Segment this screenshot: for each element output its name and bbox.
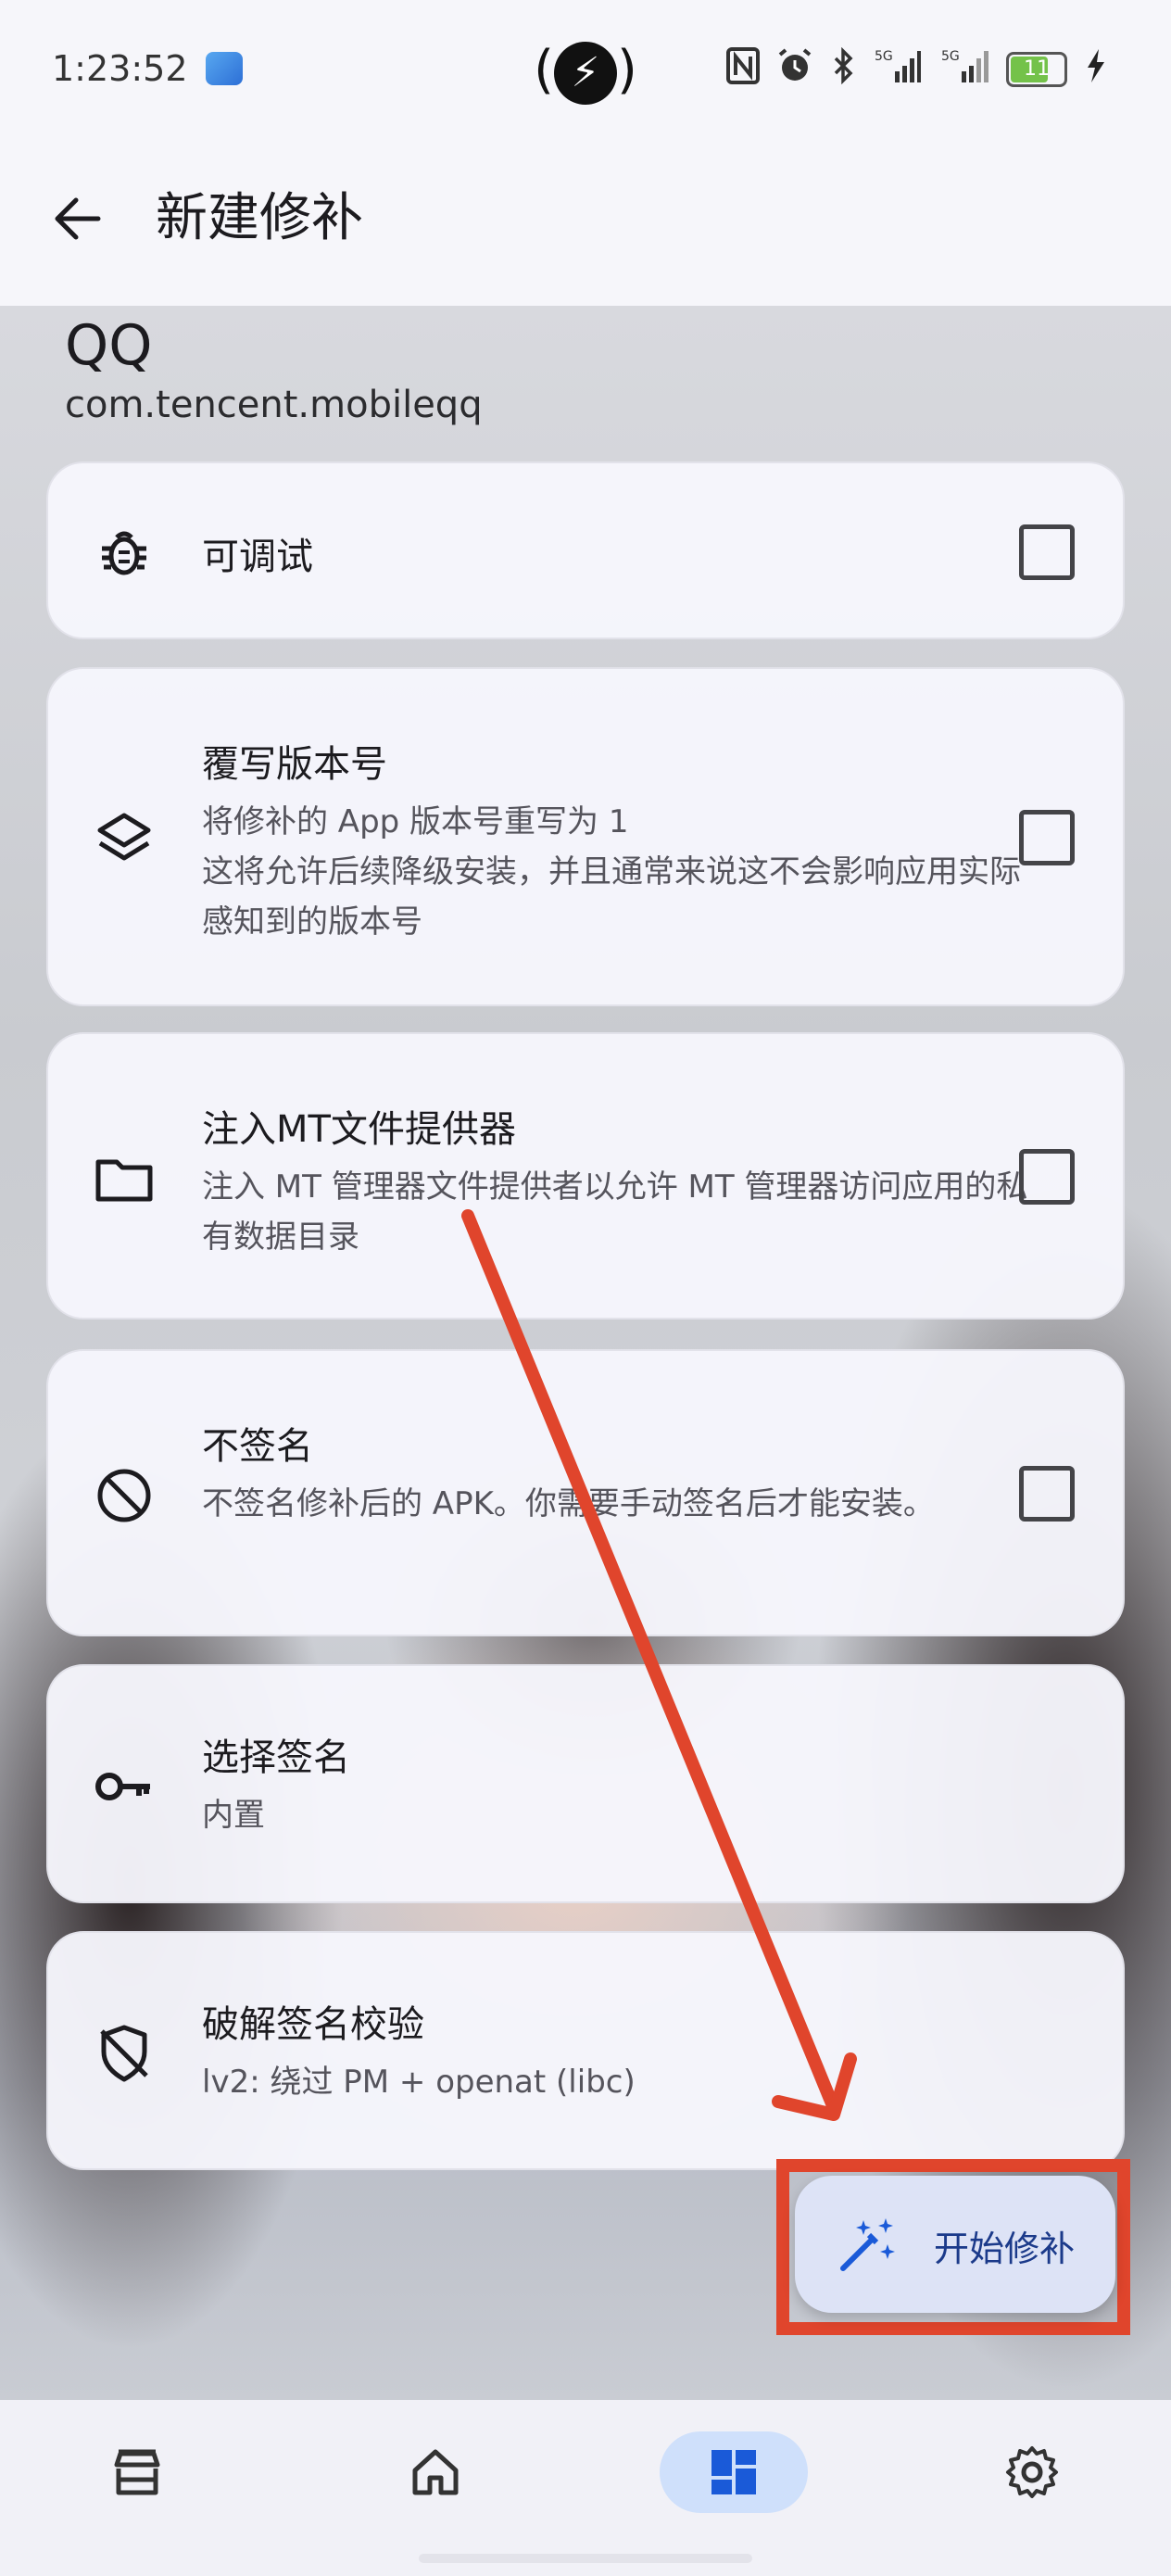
- folder-icon: [95, 1159, 153, 1202]
- option-title: 覆写版本号: [202, 743, 387, 786]
- app-name: QQ: [65, 313, 153, 378]
- store-icon: [114, 2449, 160, 2495]
- dashboard-icon: [711, 2450, 756, 2494]
- back-button[interactable]: [44, 185, 111, 252]
- gallery-icon: [206, 52, 243, 85]
- status-icons: 5G 5G 11: [726, 46, 1106, 93]
- signal-5g-icon: 5G: [938, 47, 989, 92]
- option-description: 注入 MT 管理器文件提供者以允许 MT 管理器访问应用的私有数据目录: [202, 1168, 1028, 1256]
- start-patch-button[interactable]: 开始修补: [795, 2176, 1115, 2313]
- option-no-sign[interactable]: 不签名 不签名修补后的 APK。你需要手动签名后才能安装。: [46, 1349, 1125, 1636]
- svg-text:5G: 5G: [875, 49, 893, 64]
- nav-home[interactable]: [361, 2431, 510, 2513]
- alarm-icon: [776, 47, 813, 92]
- arrow-back-icon: [55, 197, 101, 240]
- app-package: com.tencent.mobileqq: [65, 384, 483, 426]
- svg-text:5G: 5G: [941, 49, 960, 64]
- key-icon: [95, 1773, 150, 1800]
- signal-5g-icon: 5G: [875, 47, 921, 92]
- option-title: 可调试: [202, 536, 313, 578]
- inject-mt-checkbox[interactable]: [1019, 1149, 1075, 1205]
- bottom-navigation: [0, 2400, 1171, 2576]
- option-select-signature[interactable]: 选择签名 内置: [46, 1664, 1125, 1903]
- nfc-icon: [726, 47, 760, 92]
- nav-dashboard[interactable]: [660, 2431, 808, 2513]
- gesture-bar: [419, 2554, 752, 2563]
- start-patch-label: 开始修补: [934, 2229, 1076, 2269]
- nav-settings[interactable]: [958, 2431, 1106, 2513]
- status-bar: 1:23:52 (⚡) 5G 5G 11: [0, 0, 1171, 139]
- option-title: 不签名: [202, 1425, 313, 1468]
- page-title: 新建修补: [156, 188, 363, 248]
- charging-icon: [1084, 47, 1106, 92]
- option-bypass-signature[interactable]: 破解签名校验 lv2: 绕过 PM + openat (libc): [46, 1931, 1125, 2170]
- status-time: 1:23:52: [52, 48, 188, 89]
- option-title: 破解签名校验: [202, 2003, 424, 2046]
- debuggable-checkbox[interactable]: [1019, 524, 1075, 580]
- layers-icon: [97, 813, 151, 861]
- override-version-checkbox[interactable]: [1019, 810, 1075, 865]
- option-override-version[interactable]: 覆写版本号 将修补的 App 版本号重写为 1 这将允许后续降级安装，并且通常来…: [46, 667, 1125, 1006]
- settings-icon: [1006, 2446, 1058, 2498]
- option-description: 将修补的 App 版本号重写为 1 这将允许后续降级安装，并且通常来说这不会影响…: [202, 803, 1021, 941]
- home-icon: [412, 2449, 459, 2495]
- option-description: 不签名修补后的 APK。你需要手动签名后才能安装。: [202, 1485, 935, 1522]
- charging-bolt-icon: (⚡): [530, 35, 641, 106]
- bluetooth-icon: [830, 46, 858, 92]
- option-title: 注入MT文件提供器: [202, 1108, 516, 1151]
- option-title: 选择签名: [202, 1736, 350, 1779]
- magic-wand-icon: [840, 2218, 895, 2271]
- option-value: lv2: 绕过 PM + openat (libc): [202, 2064, 636, 2101]
- option-inject-mt-provider[interactable]: 注入MT文件提供器 注入 MT 管理器文件提供者以允许 MT 管理器访问应用的私…: [46, 1032, 1125, 1320]
- top-app-bar: 新建修补: [0, 139, 1171, 306]
- no-sign-checkbox[interactable]: [1019, 1466, 1075, 1522]
- battery-icon: 11: [1006, 52, 1067, 87]
- bug-icon: [102, 531, 146, 575]
- nav-store[interactable]: [63, 2431, 211, 2513]
- option-debuggable[interactable]: 可调试: [46, 461, 1125, 639]
- option-value: 内置: [202, 1797, 265, 1834]
- shield-off-icon: [100, 2025, 148, 2082]
- battery-level: 11: [1024, 57, 1050, 81]
- block-icon: [97, 1469, 151, 1522]
